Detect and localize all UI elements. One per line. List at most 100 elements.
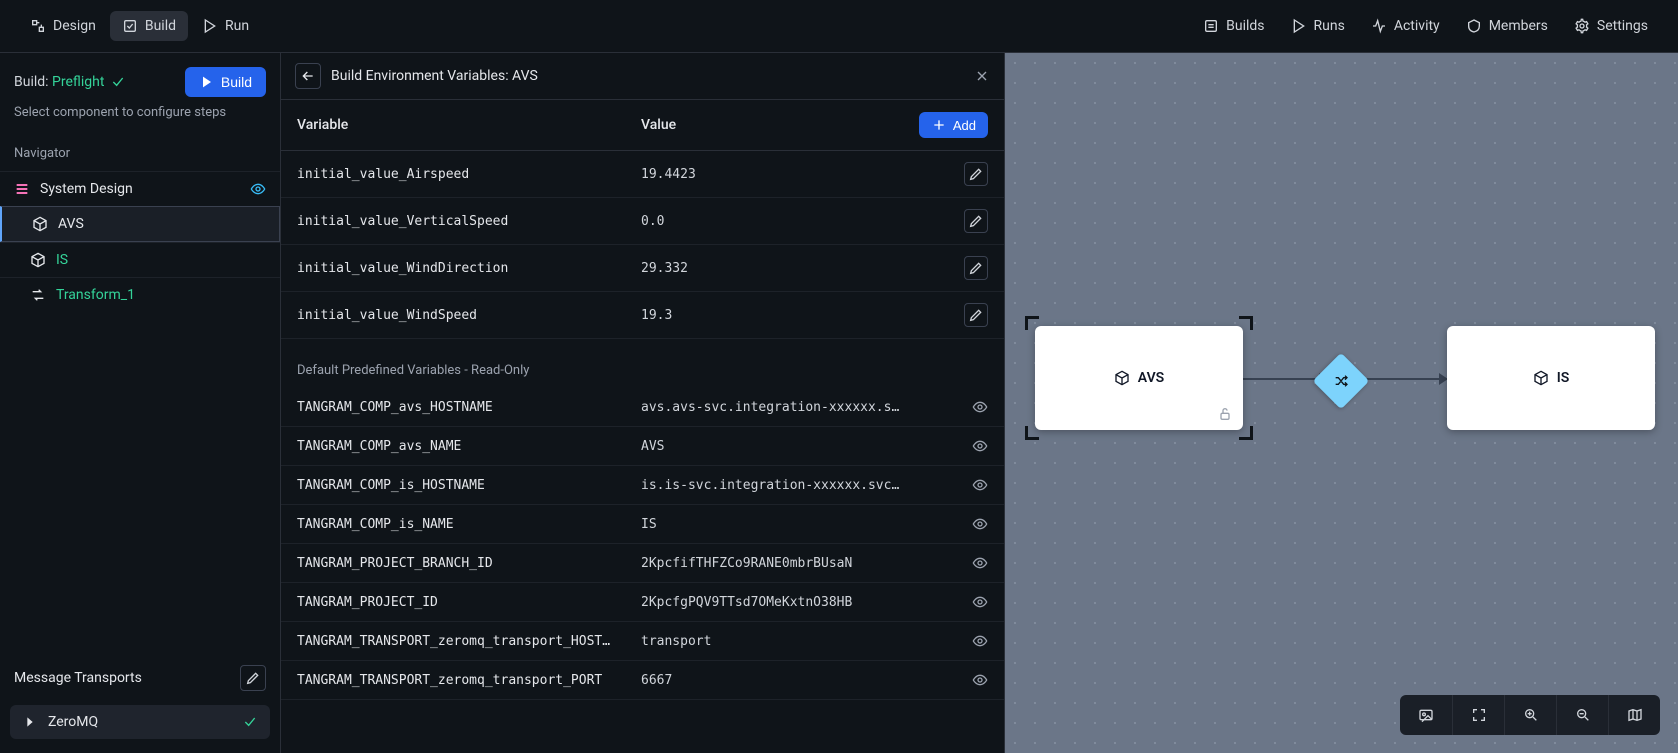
- build-button-label: Build: [221, 74, 252, 90]
- variable-value: avs.avs-svc.integration-xxxxxx.s…: [641, 400, 960, 415]
- variable-row: initial_value_WindSpeed19.3: [281, 292, 1004, 339]
- pencil-icon: [968, 307, 984, 323]
- edge-avs-to-transform: [1243, 378, 1325, 380]
- variable-name: TANGRAM_TRANSPORT_zeromq_transport_HOST…: [297, 634, 641, 649]
- navigator-title: Navigator: [0, 134, 280, 171]
- panel-title: Build Environment Variables: AVS: [331, 68, 538, 84]
- link-members-label: Members: [1489, 18, 1548, 34]
- cube-icon: [1114, 370, 1130, 386]
- nav-item-transform-label: Transform_1: [56, 287, 135, 303]
- variable-row-readonly: TANGRAM_TRANSPORT_zeromq_transport_PORT6…: [281, 661, 1004, 700]
- variable-name: TANGRAM_COMP_is_HOSTNAME: [297, 478, 641, 493]
- eye-icon: [972, 438, 988, 454]
- nav-root-label: System Design: [40, 181, 133, 197]
- eye-icon[interactable]: [250, 181, 266, 197]
- link-builds-label: Builds: [1226, 18, 1264, 34]
- image-icon: [1418, 707, 1434, 723]
- design-icon: [30, 18, 46, 34]
- members-icon: [1466, 18, 1482, 34]
- node-transform[interactable]: [1313, 353, 1370, 410]
- run-icon: [202, 18, 218, 34]
- col-variable: Variable: [297, 117, 641, 133]
- build-status-group: Build: Preflight: [14, 74, 126, 90]
- topbar-right: Builds Runs Activity Members Settings: [1191, 11, 1660, 41]
- transport-zeromq-label: ZeroMQ: [48, 714, 98, 730]
- cube-icon: [32, 216, 48, 232]
- edit-variable-button[interactable]: [964, 256, 988, 280]
- edit-variable-button[interactable]: [964, 209, 988, 233]
- variable-row-readonly: TANGRAM_COMP_is_NAMEIS: [281, 505, 1004, 544]
- nav-item-transform[interactable]: Transform_1: [0, 277, 280, 312]
- sidebar-subtext: Select component to configure steps: [0, 105, 280, 134]
- link-activity-label: Activity: [1394, 18, 1440, 34]
- link-members[interactable]: Members: [1454, 11, 1560, 41]
- transport-zeromq[interactable]: ZeroMQ: [10, 705, 270, 739]
- fit-button[interactable]: [1452, 695, 1504, 735]
- nav-item-avs[interactable]: AVS: [0, 206, 280, 242]
- edit-variable-button[interactable]: [964, 162, 988, 186]
- tab-design-label: Design: [53, 18, 96, 34]
- env-panel: Build Environment Variables: AVS Variabl…: [281, 53, 1005, 753]
- map-icon: [1627, 707, 1643, 723]
- eye-icon: [972, 399, 988, 415]
- zoom-in-icon: [1523, 707, 1539, 723]
- cube-icon: [1533, 370, 1549, 386]
- activity-icon: [1371, 18, 1387, 34]
- link-settings-label: Settings: [1597, 18, 1648, 34]
- minimap-button[interactable]: [1608, 695, 1660, 735]
- tab-run[interactable]: Run: [190, 11, 261, 41]
- variable-row-readonly: TANGRAM_TRANSPORT_zeromq_transport_HOST……: [281, 622, 1004, 661]
- topbar: Design Build Run Builds Runs Activity Me…: [0, 0, 1678, 53]
- build-button[interactable]: Build: [185, 67, 266, 97]
- link-activity[interactable]: Activity: [1359, 11, 1452, 41]
- variable-name: initial_value_Airspeed: [297, 167, 641, 182]
- eye-icon: [972, 477, 988, 493]
- canvas-toolbar: [1400, 695, 1660, 735]
- variable-value: 19.3: [641, 308, 960, 323]
- zoom-out-button[interactable]: [1556, 695, 1608, 735]
- nav-item-is[interactable]: IS: [0, 242, 280, 277]
- readonly-title: Default Predefined Variables - Read-Only: [281, 339, 1004, 388]
- link-runs-label: Runs: [1314, 18, 1345, 34]
- edit-transports-button[interactable]: [240, 665, 266, 691]
- eye-icon: [972, 633, 988, 649]
- link-runs[interactable]: Runs: [1279, 11, 1357, 41]
- add-variable-button[interactable]: Add: [919, 112, 988, 138]
- panel-header: Build Environment Variables: AVS: [281, 53, 1004, 100]
- variable-value: 2KpcfifTHFZCo9RANE0mbrBUsaN: [641, 556, 960, 571]
- variable-row: initial_value_WindDirection29.332: [281, 245, 1004, 292]
- sidebar: Build: Preflight Build Select component …: [0, 53, 281, 753]
- plus-icon: [931, 117, 947, 133]
- link-builds[interactable]: Builds: [1191, 11, 1276, 41]
- variable-row-readonly: TANGRAM_COMP_is_HOSTNAMEis.is-svc.integr…: [281, 466, 1004, 505]
- play-icon: [199, 74, 215, 90]
- canvas[interactable]: AVS IS: [1005, 53, 1678, 753]
- build-status: Preflight: [52, 74, 126, 90]
- link-settings[interactable]: Settings: [1562, 11, 1660, 41]
- nav-item-is-label: IS: [56, 252, 68, 268]
- variable-value: is.is-svc.integration-xxxxxx.svc…: [641, 478, 960, 493]
- variable-name: TANGRAM_PROJECT_BRANCH_ID: [297, 556, 641, 571]
- build-row: Build: Preflight Build: [0, 53, 280, 105]
- pencil-icon: [968, 260, 984, 276]
- nav-root-system-design[interactable]: System Design: [0, 171, 280, 206]
- screenshot-button[interactable]: [1400, 695, 1452, 735]
- unlock-icon: [1217, 406, 1233, 422]
- variable-name: TANGRAM_COMP_avs_HOSTNAME: [297, 400, 641, 415]
- variable-value: transport: [641, 634, 960, 649]
- tab-design[interactable]: Design: [18, 11, 108, 41]
- build-label: Build:: [14, 74, 49, 90]
- variable-value: 0.0: [641, 214, 960, 229]
- back-button[interactable]: [295, 63, 321, 89]
- build-icon: [122, 18, 138, 34]
- zoom-in-button[interactable]: [1504, 695, 1556, 735]
- message-transports-header: Message Transports: [0, 655, 280, 701]
- node-avs[interactable]: AVS: [1035, 326, 1243, 430]
- node-is[interactable]: IS: [1447, 326, 1655, 430]
- tab-build[interactable]: Build: [110, 11, 188, 41]
- close-button[interactable]: [974, 68, 990, 84]
- transform-icon: [30, 287, 46, 303]
- variable-row-readonly: TANGRAM_COMP_avs_HOSTNAMEavs.avs-svc.int…: [281, 388, 1004, 427]
- edit-variable-button[interactable]: [964, 303, 988, 327]
- variable-name: initial_value_VerticalSpeed: [297, 214, 641, 229]
